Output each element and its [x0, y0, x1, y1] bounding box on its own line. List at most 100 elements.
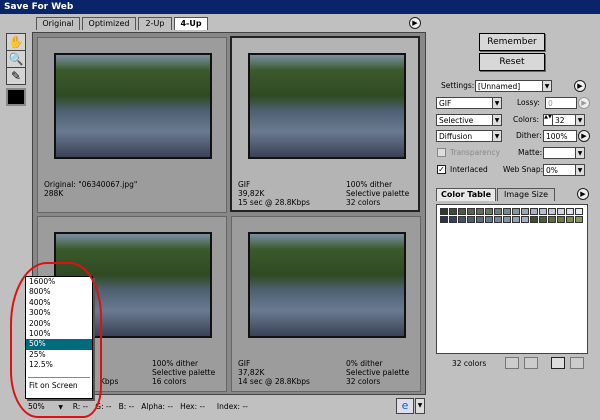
color-swatch[interactable]	[458, 216, 466, 223]
new-color-icon[interactable]	[551, 357, 565, 369]
color-swatch[interactable]	[548, 216, 556, 223]
status-alpha-value: --	[167, 402, 173, 411]
preview-image	[248, 53, 406, 159]
status-b-label: B:	[118, 402, 127, 411]
zoom-tool-icon[interactable]: 🔍	[6, 50, 26, 68]
tab-4up[interactable]: 4-Up	[174, 17, 208, 30]
reduction-value: Selective	[439, 116, 474, 125]
reset-button[interactable]: Reset	[479, 53, 545, 71]
settings-menu-arrow-icon[interactable]: ▶	[574, 80, 586, 92]
color-swatch[interactable]	[512, 216, 520, 223]
color-swatch[interactable]	[494, 208, 502, 215]
browser-preview-icon[interactable]: e	[396, 398, 414, 414]
panel-info-line: GIF	[238, 359, 251, 368]
chevron-down-icon: ▼	[492, 131, 501, 141]
preview-panel-original[interactable]: Original: "06340067.jpg" 288K	[37, 37, 227, 213]
view-menu-arrow-icon[interactable]: ▶	[409, 17, 421, 29]
eyedropper-color-swatch[interactable]	[6, 88, 26, 106]
color-swatch[interactable]	[485, 216, 493, 223]
tab-optimized[interactable]: Optimized	[82, 17, 136, 30]
color-table-menu-arrow-icon[interactable]: ▶	[577, 188, 589, 200]
lossy-slider-arrow-icon[interactable]: ▶	[578, 97, 590, 109]
lock-color-icon[interactable]	[524, 357, 538, 369]
settings-preset-select[interactable]: [Unnamed] ▼	[475, 80, 552, 92]
colors-field[interactable]: ▲▼ 32 ▼	[543, 114, 585, 126]
panel-info-line: 0% dither	[346, 359, 383, 368]
color-table-grid[interactable]	[436, 204, 588, 354]
eyedropper-tool-icon[interactable]: ✎	[6, 67, 26, 85]
tab-original[interactable]: Original	[36, 17, 80, 30]
color-swatch[interactable]	[494, 216, 502, 223]
color-swatch[interactable]	[440, 208, 448, 215]
status-b-value: --	[128, 402, 135, 411]
dither-field[interactable]: 100%	[543, 130, 577, 142]
matte-select[interactable]: ▼	[543, 147, 585, 159]
colors-value: 32	[555, 116, 565, 125]
color-swatch[interactable]	[521, 216, 529, 223]
color-swatch[interactable]	[575, 208, 583, 215]
preview-image	[54, 53, 212, 159]
reduction-select[interactable]: Selective ▼	[436, 114, 502, 126]
color-swatch[interactable]	[575, 216, 583, 223]
panel-info-line: 32 colors	[346, 377, 381, 386]
stepper-arrows-icon[interactable]: ▲▼	[544, 115, 553, 125]
color-swatch[interactable]	[539, 208, 547, 215]
color-swatch[interactable]	[548, 208, 556, 215]
chevron-down-icon: ▼	[575, 165, 584, 175]
color-swatch[interactable]	[512, 208, 520, 215]
color-swatch[interactable]	[467, 216, 475, 223]
panel-info-line: 14 sec @ 28.8Kbps	[238, 377, 310, 386]
color-swatch[interactable]	[530, 216, 538, 223]
color-swatch[interactable]	[449, 208, 457, 215]
dither-algorithm-value: Diffusion	[439, 132, 473, 141]
panel-info-line: GIF	[238, 180, 251, 189]
color-swatch[interactable]	[530, 208, 538, 215]
tab-image-size[interactable]: Image Size	[497, 188, 555, 201]
settings-label: Settings:	[441, 81, 475, 90]
color-swatch[interactable]	[557, 216, 565, 223]
color-swatch[interactable]	[521, 208, 529, 215]
color-swatch[interactable]	[566, 216, 574, 223]
interlaced-label: Interlaced	[450, 165, 488, 174]
lossy-field[interactable]: 0	[545, 97, 577, 109]
tab-color-table[interactable]: Color Table	[436, 188, 496, 201]
interlaced-checkbox[interactable]: ✓	[437, 165, 446, 174]
preview-panel-optimized-1[interactable]: GIF 39,82K 15 sec @ 28.8Kbps 100% dither…	[230, 36, 420, 212]
color-swatch[interactable]	[476, 208, 484, 215]
color-swatch[interactable]	[485, 208, 493, 215]
panel-info-line: Selective palette	[152, 368, 216, 377]
trash-icon[interactable]	[570, 357, 584, 369]
color-swatch[interactable]	[503, 208, 511, 215]
chevron-down-icon: ▼	[575, 115, 584, 125]
color-swatch[interactable]	[449, 216, 457, 223]
websnap-field[interactable]: 0% ▼	[543, 164, 585, 176]
panel-info-line: 288K	[44, 189, 64, 198]
colors-label: Colors:	[513, 115, 540, 124]
color-swatch[interactable]	[440, 216, 448, 223]
color-swatch[interactable]	[566, 208, 574, 215]
preview-image	[248, 232, 406, 338]
dither-algorithm-select[interactable]: Diffusion ▼	[436, 130, 502, 142]
format-select[interactable]: GIF ▼	[436, 97, 502, 109]
chevron-down-icon: ▼	[492, 115, 501, 125]
format-value: GIF	[439, 99, 452, 108]
transparency-checkbox[interactable]	[437, 148, 446, 157]
color-swatch[interactable]	[476, 216, 484, 223]
transparency-label: Transparency	[450, 148, 501, 157]
preview-panel-optimized-3[interactable]: GIF 37,82K 14 sec @ 28.8Kbps 0% dither S…	[231, 216, 421, 392]
tab-2up[interactable]: 2-Up	[138, 17, 172, 30]
color-swatch[interactable]	[503, 216, 511, 223]
dither-slider-arrow-icon[interactable]: ▶	[578, 130, 590, 142]
color-swatch[interactable]	[539, 216, 547, 223]
panel-info-line: Selective palette	[346, 189, 410, 198]
color-swatch[interactable]	[467, 208, 475, 215]
chevron-down-icon[interactable]: ▼	[415, 398, 425, 414]
status-index-value: --	[242, 402, 248, 411]
status-index-label: Index:	[216, 402, 241, 411]
remember-button[interactable]: Remember	[479, 33, 545, 51]
panel-info-line: 15 sec @ 28.8Kbps	[238, 198, 310, 207]
color-swatch[interactable]	[557, 208, 565, 215]
web-shift-icon[interactable]	[505, 357, 519, 369]
color-swatch[interactable]	[458, 208, 466, 215]
hand-tool-icon[interactable]: ✋	[6, 33, 26, 51]
